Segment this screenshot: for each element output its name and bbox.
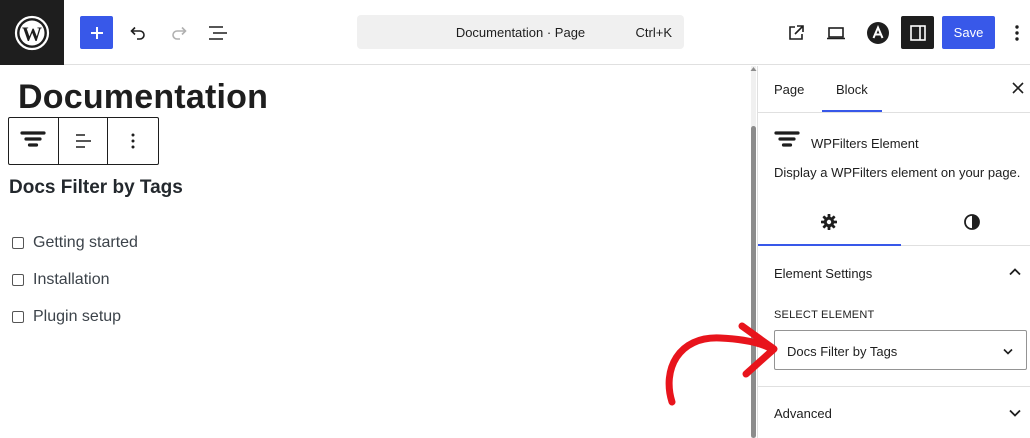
wpfilters-block-icon [20,131,46,147]
chevron-down-icon [1003,348,1013,355]
active-subtab-indicator [758,244,901,246]
block-card-title: WPFilters Element [811,136,919,151]
active-tab-indicator [822,110,882,112]
preview-button[interactable] [819,16,852,49]
list-view-button[interactable] [201,16,234,49]
align-button[interactable] [59,118,109,164]
filter-checkbox[interactable] [12,273,24,286]
wordpress-logo-button[interactable]: W [0,0,64,65]
redo-icon [171,26,187,40]
tab-settings[interactable] [819,212,839,232]
block-card-description: Display a WPFilters element on your page… [774,165,1021,180]
page-title[interactable]: Documentation [18,78,268,117]
filter-item-label: Getting started [33,233,138,251]
astra-icon [866,21,889,44]
view-page-button[interactable] [779,16,812,49]
wpfilters-block-icon [774,131,800,147]
sidebar-toggle-icon [909,24,926,41]
advanced-title: Advanced [774,406,832,421]
element-settings-panel-toggle[interactable]: Element Settings [758,252,1030,302]
more-options-icon [1015,24,1019,41]
command-shortcut: Ctrl+K [635,25,672,40]
filter-item[interactable]: Getting started [12,224,138,261]
tab-page[interactable]: Page [774,82,804,97]
filter-item-label: Plugin setup [33,307,122,325]
block-type-button[interactable] [9,118,59,164]
gear-icon [821,214,837,230]
device-preview-icon [826,26,845,39]
block-toolbar [8,117,159,165]
save-button[interactable]: Save [942,16,995,49]
select-element-label: Select Element [774,309,875,321]
element-settings-title: Element Settings [774,266,873,281]
editor-header: W Documentation · Page Ctrl+K Save [0,0,1030,65]
list-view-icon [208,25,227,40]
svg-text:W: W [22,23,42,45]
filter-item-label: Installation [33,270,110,288]
settings-sidebar: Page Block WPFilters Element Display a W… [757,66,1030,438]
redo-button[interactable] [162,16,195,49]
chevron-up-icon [1009,268,1021,276]
filter-checkbox[interactable] [12,236,24,249]
block-inspector-tabs [758,200,1030,246]
chevron-down-icon [1009,409,1021,417]
select-element-dropdown[interactable]: Docs Filter by Tags [774,330,1027,370]
settings-sidebar-toggle[interactable] [901,16,934,49]
undo-icon [129,26,145,40]
advanced-panel-toggle[interactable]: Advanced [758,388,1030,438]
wordpress-logo-icon: W [14,15,50,50]
editor-canvas[interactable]: Documentation Docs Filter by Tags Gettin… [0,66,752,438]
tab-styles[interactable] [962,212,982,232]
align-left-icon [76,134,91,148]
filter-item[interactable]: Installation [12,261,138,298]
undo-button[interactable] [121,16,154,49]
filter-checkbox[interactable] [12,310,24,323]
close-icon[interactable] [1011,81,1025,95]
add-block-button[interactable] [80,16,113,49]
tab-block[interactable]: Block [836,82,868,97]
select-element-value: Docs Filter by Tags [787,344,898,359]
filter-item[interactable]: Plugin setup [12,298,138,335]
block-options-button[interactable] [108,118,158,164]
more-vertical-icon [131,133,135,149]
canvas-scrollbar-thumb[interactable] [751,126,756,438]
filter-list: Getting started Installation Plugin setu… [12,224,138,335]
filter-heading: Docs Filter by Tags [9,177,183,198]
scroll-up-arrow-icon[interactable] [750,66,757,72]
options-button[interactable] [1004,16,1030,49]
styles-contrast-icon [964,214,980,230]
astra-settings-button[interactable] [861,16,894,49]
document-title-bar[interactable]: Documentation · Page Ctrl+K [357,15,684,49]
plus-icon [90,26,103,39]
sidebar-tabs: Page Block [758,66,1030,113]
external-link-icon [788,24,804,40]
panel-divider [758,386,1030,387]
